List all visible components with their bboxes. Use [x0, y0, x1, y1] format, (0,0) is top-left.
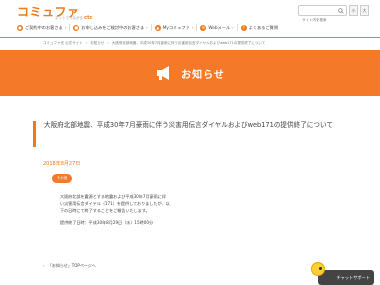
question-icon: ? — [240, 24, 247, 31]
header-divider — [0, 37, 380, 38]
search-icon — [337, 7, 344, 14]
breadcrumb-separator: › — [85, 41, 88, 45]
megaphone-icon — [157, 66, 170, 80]
breadcrumb-item-home[interactable]: コミュファ光 公式サイト — [43, 41, 83, 45]
text-size-controls: 小 大 — [349, 5, 369, 16]
chevron-right-icon: › — [146, 25, 148, 30]
page-title: お知らせ — [181, 69, 225, 81]
search-button[interactable] — [335, 6, 346, 15]
back-link-label: 「お知らせ」TOPページへ — [47, 263, 96, 268]
nav-item-webmail[interactable]: ✉ Webメール › — [200, 24, 234, 31]
article-paragraph: 大阪府北部を震源とする地震および平成30年7月豪雨に伴い災害用伝言ダイヤル（17… — [60, 194, 170, 214]
mail-icon: ✉ — [200, 24, 207, 31]
nav-item-my-commufa[interactable]: ▲ Myコミュファ › — [154, 24, 194, 31]
chevron-right-icon: › — [43, 263, 45, 268]
nav-divider — [150, 24, 152, 31]
breadcrumb-separator: › — [107, 41, 109, 45]
chevron-right-icon: › — [232, 25, 234, 30]
nav-label: よくあるご質問 — [248, 24, 279, 30]
chat-support-button[interactable]: チャットサポート — [318, 270, 374, 285]
nav-label: ご契約中のお客さま — [25, 24, 63, 30]
global-nav: ● ご契約中のお客さま › ■ お申し込みをご検討中のお客さま › ▲ Myコミ… — [17, 24, 278, 31]
site-logo[interactable]: コミュファ ネットでつながる ctc — [17, 3, 92, 21]
person-icon: ▲ — [154, 24, 161, 31]
nav-divider — [69, 24, 71, 31]
nav-divider — [196, 24, 198, 31]
nav-divider — [236, 24, 238, 31]
text-size-small-button[interactable]: 小 — [349, 5, 358, 16]
site-header: コミュファ ネットでつながる ctc 小 大 ● ご契約中のお客さま › ■ お… — [0, 0, 380, 37]
chat-support-label: チャットサポート — [336, 274, 370, 280]
nav-label: Myコミュファ — [162, 24, 190, 30]
article-date: 2018年8月27日 — [43, 161, 81, 167]
page-banner: お知らせ — [0, 50, 380, 96]
back-to-news-link[interactable]: › 「お知らせ」TOPページへ — [43, 263, 96, 269]
breadcrumb-item-news[interactable]: お知らせ — [90, 41, 104, 45]
nav-label: お申し込みをご検討中のお客さま — [81, 24, 145, 30]
chevron-right-icon: › — [191, 25, 194, 30]
breadcrumb-item-current: 大阪府北部地震、平成30年7月豪雨に伴う災害用伝言ダイヤルおよびweb171の提… — [111, 41, 266, 45]
nav-item-current-customers[interactable]: ● ご契約中のお客さま › — [17, 24, 67, 31]
user-icon: ● — [17, 24, 23, 31]
nav-item-faq[interactable]: ? よくあるご質問 — [240, 24, 279, 31]
nav-label: Webメール — [208, 24, 231, 30]
breadcrumb: コミュファ光 公式サイト › お知らせ › 大阪府北部地震、平成30年7月豪雨に… — [43, 41, 267, 46]
chevron-right-icon: › — [64, 25, 67, 30]
mascot-icon[interactable] — [311, 262, 325, 276]
article-title: 大阪府北部地震、平成30年7月豪雨に伴う災害用伝言ダイヤルおよびweb171の提… — [33, 121, 346, 147]
document-icon: ■ — [73, 24, 80, 31]
category-badge: その他 — [52, 174, 72, 183]
search-input[interactable] — [299, 15, 335, 25]
article-paragraph: 提供終了日時：平成30年8月29日（水）15時00分 — [60, 220, 154, 226]
logo-tagline: ネットでつながる ctc — [55, 15, 93, 21]
article-title-text: 大阪府北部地震、平成30年7月豪雨に伴う災害用伝言ダイヤルおよびweb171の提… — [44, 121, 333, 129]
search-box — [298, 5, 347, 25]
nav-item-prospective-customers[interactable]: ■ お申し込みをご検討中のお客さま › — [73, 24, 148, 31]
text-size-large-button[interactable]: 大 — [360, 5, 369, 16]
article-body: 大阪府北部を震源とする地震および平成30年7月豪雨に伴い災害用伝言ダイヤル（17… — [60, 193, 170, 232]
